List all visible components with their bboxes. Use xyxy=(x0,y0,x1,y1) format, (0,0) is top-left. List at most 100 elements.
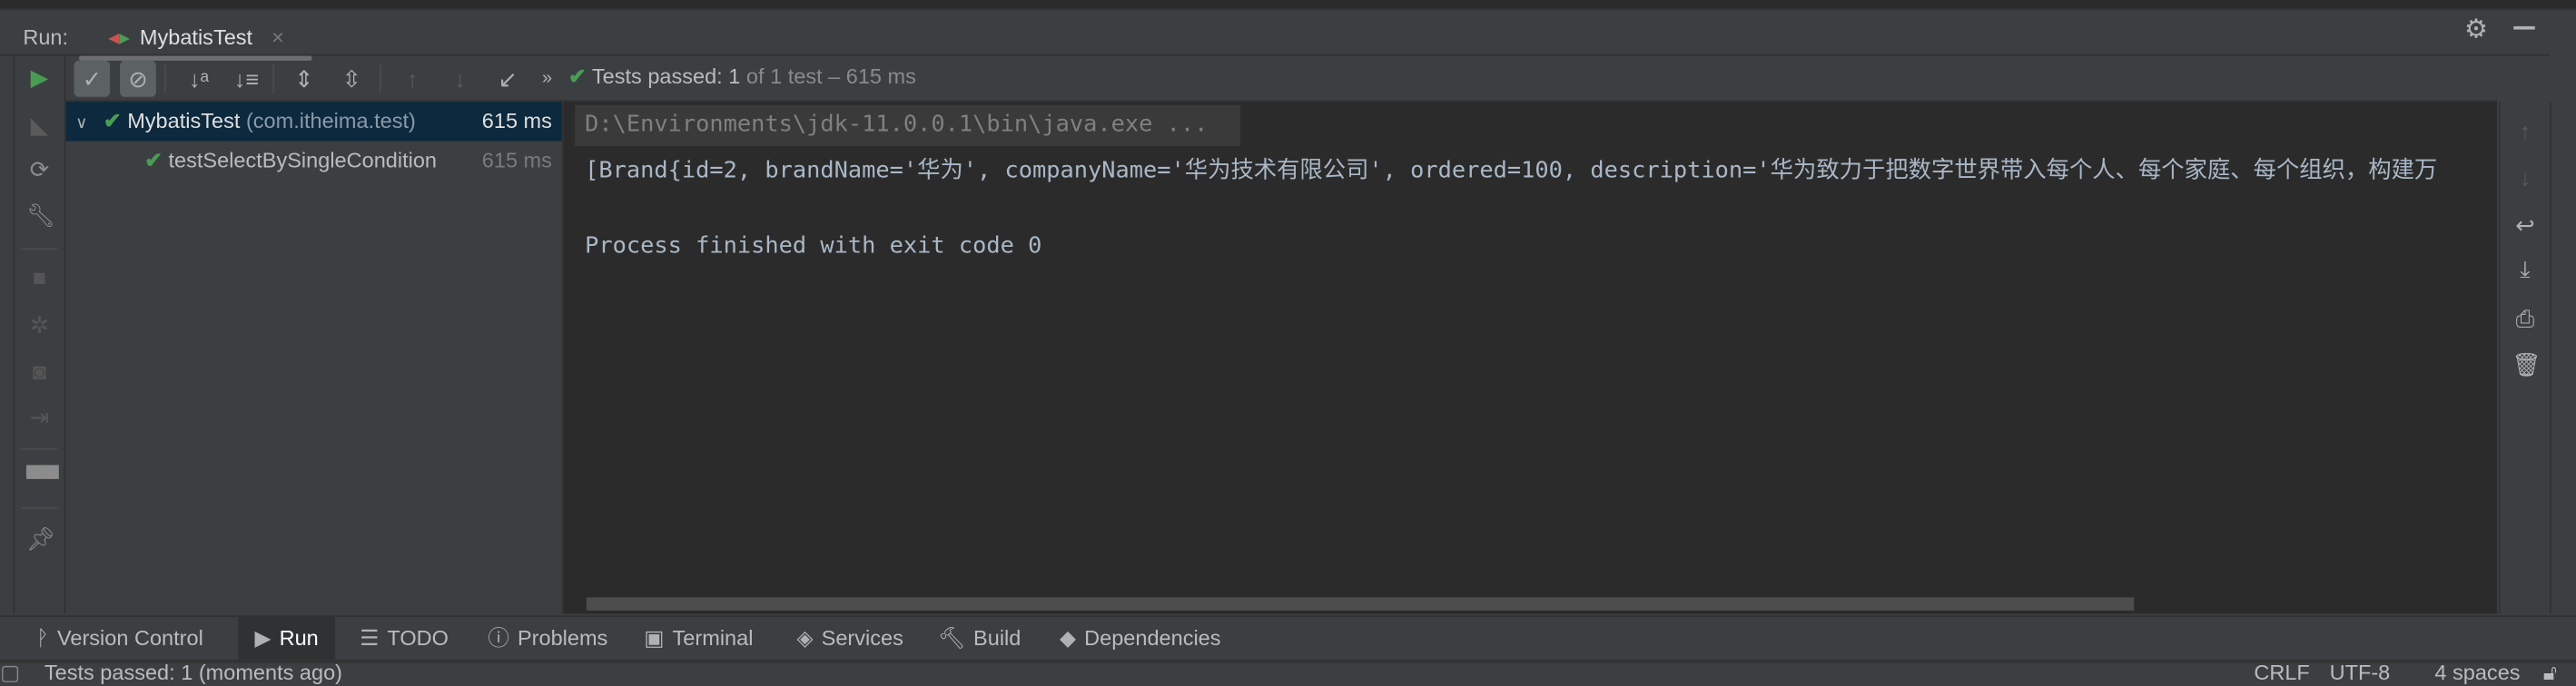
status-suffix: of 1 test – 615 ms xyxy=(745,64,916,89)
separator xyxy=(21,248,58,250)
export-icon[interactable]: ⇥ xyxy=(26,404,53,430)
snapshot-icon[interactable]: ◙ xyxy=(26,358,53,384)
tool-windows-toggle-icon[interactable]: ▢ xyxy=(0,660,20,686)
soft-wrap-icon[interactable]: ↩ xyxy=(2512,211,2538,238)
junit-run-icon-right: ▸ xyxy=(119,24,131,50)
debug-exception-icon[interactable]: ✲ xyxy=(26,312,53,338)
scroll-down-icon[interactable]: ↓ xyxy=(2512,164,2538,191)
separator xyxy=(379,64,381,94)
toggle-auto-test-icon[interactable]: ⟳ xyxy=(26,156,53,182)
next-failed-icon[interactable]: ↓ xyxy=(442,61,479,97)
test-tree: ∨ ✔ MybatisTest (com.itheima.test) 615 m… xyxy=(65,102,564,614)
scroll-up-icon[interactable]: ↑ xyxy=(2512,118,2538,144)
status-prefix: Tests passed: xyxy=(591,64,723,89)
test-duration: 615 ms xyxy=(481,108,552,133)
console-exit-line: Process finished with exit code 0 xyxy=(585,232,1042,260)
test-duration: 615 ms xyxy=(481,147,552,172)
tab-label: Build xyxy=(973,625,1022,651)
vcs-icon: ᚹ xyxy=(35,625,49,651)
test-status-summary: ✔ Tests passed: 1 of 1 test – 615 ms xyxy=(568,64,916,91)
run-actions-column: ▶ ◣ ⟳ 🔧︎ ■ ✲ ◙ ⇥ ▀▀ 📌︎ xyxy=(15,55,66,614)
stop-icon[interactable]: ■ xyxy=(26,264,53,290)
tab-label: Problems xyxy=(517,625,608,651)
pin-icon[interactable]: 📌︎ xyxy=(26,525,55,552)
tab-services[interactable]: ◈ Services xyxy=(797,617,903,660)
status-bar: ▢ Tests passed: 1 (moments ago) CRLF UTF… xyxy=(0,660,2576,686)
test-runner-toolbar: ✓ ⊘ ↓ᵃ ↓≡ ⇕ ⇳ ↑ ↓ ↙ » ✔ Tests passed: 1 … xyxy=(65,55,2498,103)
tab-build[interactable]: 🔨︎ Build xyxy=(938,617,1021,660)
separator xyxy=(272,64,275,94)
tab-terminal[interactable]: ▣ Terminal xyxy=(644,617,753,660)
import-tests-icon[interactable]: ↙ xyxy=(489,61,526,97)
tab-label: Version Control xyxy=(56,625,203,651)
tab-label: Dependencies xyxy=(1084,625,1221,651)
rerun-failed-icon[interactable]: ◣ xyxy=(26,112,53,138)
problems-icon: ⓘ xyxy=(488,625,509,651)
tab-label: Terminal xyxy=(672,625,754,651)
status-message[interactable]: Tests passed: 1 (moments ago) xyxy=(44,660,342,686)
tab-title: MybatisTest xyxy=(139,24,253,50)
test-package: (com.itheima.test) xyxy=(245,108,416,133)
run-icon: ▶ xyxy=(254,625,271,651)
tab-problems[interactable]: ⓘ Problems xyxy=(488,617,607,660)
indent-setting[interactable]: 4 spaces xyxy=(2434,660,2520,686)
console-output-line: [Brand{id=2, brandName='华为', companyName… xyxy=(585,157,2438,184)
tab-dependencies[interactable]: ◆ Dependencies xyxy=(1060,617,1221,660)
console-output[interactable]: D:\Environments\jdk-11.0.0.1\bin\java.ex… xyxy=(563,102,2498,614)
tree-item-mybatistest[interactable]: ∨ ✔ MybatisTest (com.itheima.test) 615 m… xyxy=(65,102,562,142)
test-class-name: MybatisTest xyxy=(127,108,241,133)
more-icon[interactable]: » xyxy=(529,61,566,97)
settings-wrench-icon[interactable]: 🔧︎ xyxy=(26,201,55,228)
tab-run[interactable]: ▶ Run xyxy=(238,617,335,661)
todo-icon: ☰ xyxy=(360,625,380,651)
status-count: 1 xyxy=(728,64,741,89)
file-encoding[interactable]: UTF-8 xyxy=(2330,660,2391,686)
close-icon[interactable]: × xyxy=(271,24,284,49)
run-label: Run: xyxy=(23,24,69,50)
separator xyxy=(163,64,166,94)
build-icon: 🔨︎ xyxy=(938,625,965,651)
previous-failed-icon[interactable]: ↑ xyxy=(394,61,430,97)
separator xyxy=(21,447,58,450)
console-actions-column: ↑ ↓ ↩ ⤓ ⎙ 🗑︎ xyxy=(2498,102,2551,614)
run-tool-window-header: Run: ◂▸ MybatisTest × xyxy=(0,10,2551,61)
gear-icon[interactable]: ⚙ xyxy=(2464,13,2488,45)
minimize-icon[interactable] xyxy=(2513,25,2535,30)
tab-label: Services xyxy=(821,625,903,651)
junit-run-icon: ◂ xyxy=(108,24,120,50)
tab-version-control[interactable]: ᚹ Version Control xyxy=(36,617,203,660)
tab-label: TODO xyxy=(387,625,449,651)
dependencies-icon: ◆ xyxy=(1060,625,1077,651)
line-separator[interactable]: CRLF xyxy=(2254,660,2309,686)
print-icon[interactable]: ⎙ xyxy=(2512,305,2538,331)
passed-check-icon: ✔ xyxy=(144,147,163,172)
chevron-down-icon[interactable]: ∨ xyxy=(75,115,87,133)
clear-all-icon[interactable]: 🗑︎ xyxy=(2512,351,2541,377)
services-icon: ◈ xyxy=(796,625,814,651)
passed-check-icon: ✔ xyxy=(103,108,122,133)
layout-icon[interactable]: ▀▀ xyxy=(26,465,59,491)
sort-by-duration-icon[interactable]: ↓≡ xyxy=(228,61,264,97)
scroll-to-end-icon[interactable]: ⤓ xyxy=(2512,256,2538,282)
show-passed-icon[interactable]: ✓ xyxy=(74,60,111,97)
sort-alphabetically-icon[interactable]: ↓ᵃ xyxy=(181,61,217,97)
ide-window: Run: ◂▸ MybatisTest × ⚙ ▶ ◣ ⟳ 🔧︎ ■ ✲ ◙ ⇥ … xyxy=(0,0,2576,686)
tree-item-testselectbysinglecondition[interactable]: ✔ testSelectBySingleCondition 615 ms xyxy=(65,142,561,181)
tab-label: Run xyxy=(279,625,319,651)
test-method-name: testSelectBySingleCondition xyxy=(168,147,438,172)
console-command-line[interactable]: D:\Environments\jdk-11.0.0.1\bin\java.ex… xyxy=(585,107,1208,143)
expand-all-icon[interactable]: ⇕ xyxy=(286,61,322,97)
horizontal-scrollbar[interactable] xyxy=(586,597,2135,611)
side-stripe xyxy=(0,55,15,614)
rerun-icon[interactable]: ▶ xyxy=(26,64,53,91)
passed-check-icon: ✔ xyxy=(568,64,587,89)
separator xyxy=(21,506,58,509)
lock-icon[interactable]: 🔓︎ xyxy=(2543,660,2557,686)
terminal-icon: ▣ xyxy=(644,625,665,651)
tab-mybatistest[interactable]: ◂▸ MybatisTest × xyxy=(108,24,283,51)
tool-window-bar: ᚹ Version Control ▶ Run ☰ TODO ⓘ Problems ▣ T… xyxy=(0,615,2576,663)
editor-edge xyxy=(0,0,2576,10)
collapse-all-icon[interactable]: ⇳ xyxy=(333,61,370,97)
tab-todo[interactable]: ☰ TODO xyxy=(360,617,449,660)
show-ignored-icon[interactable]: ⊘ xyxy=(120,60,156,97)
